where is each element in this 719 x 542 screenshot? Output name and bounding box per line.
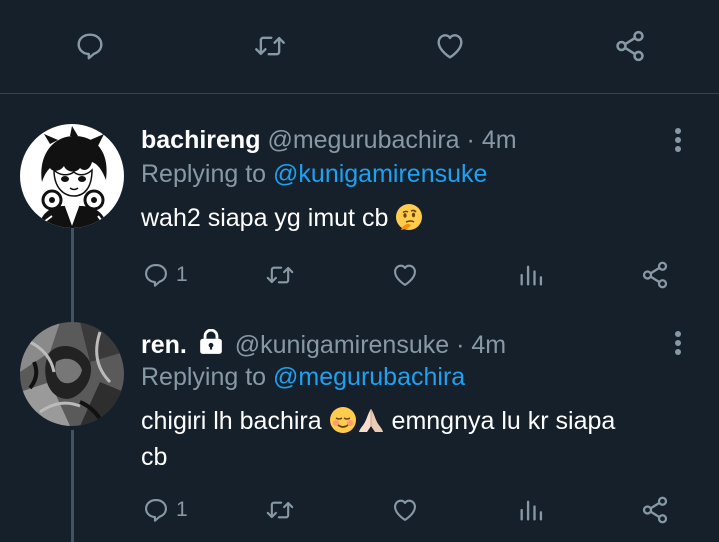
replying-to-handle[interactable]: @megurubachira — [273, 363, 465, 391]
like-icon — [394, 499, 416, 521]
reply-button[interactable]: 1 — [142, 490, 188, 530]
tweet-text-line2: cb — [141, 443, 168, 471]
retweet-button[interactable] — [264, 490, 296, 530]
tweet-reply-2[interactable]: ren. @kunigamirensuke · 4m Replying to @… — [0, 0, 719, 542]
replying-to-label: Replying to — [141, 363, 267, 391]
lock-icon — [199, 328, 222, 354]
tweet-text: chigiri lh bachira emngnya lu kr siapa c… — [141, 403, 701, 475]
reply-count: 1 — [176, 498, 188, 521]
retweet-icon — [266, 501, 294, 519]
analytics-button[interactable] — [517, 490, 545, 530]
smiling-face-emoji — [329, 407, 356, 433]
analytics-icon — [520, 500, 543, 521]
avatar[interactable] — [20, 322, 124, 426]
more-vertical-icon — [675, 331, 681, 355]
share-button[interactable] — [640, 490, 670, 530]
replying-to: Replying to @megurubachira — [141, 361, 465, 393]
display-name[interactable]: ren. — [141, 331, 187, 359]
separator: · — [456, 331, 465, 359]
tweet-action-bar: 1 — [0, 490, 719, 530]
handle[interactable]: @kunigamirensuke — [235, 331, 449, 359]
share-icon — [642, 496, 668, 524]
reply-icon — [145, 499, 167, 522]
like-button[interactable] — [390, 490, 420, 530]
tweet-text-part2: emngnya lu kr siapa — [391, 407, 616, 435]
tweet-header: ren. @kunigamirensuke · 4m — [141, 328, 506, 361]
more-options-button[interactable] — [666, 328, 690, 358]
timestamp[interactable]: 4m — [471, 331, 506, 359]
tweet-text-part1: chigiri lh bachira — [141, 407, 322, 435]
folded-hands-emoji — [358, 409, 383, 432]
